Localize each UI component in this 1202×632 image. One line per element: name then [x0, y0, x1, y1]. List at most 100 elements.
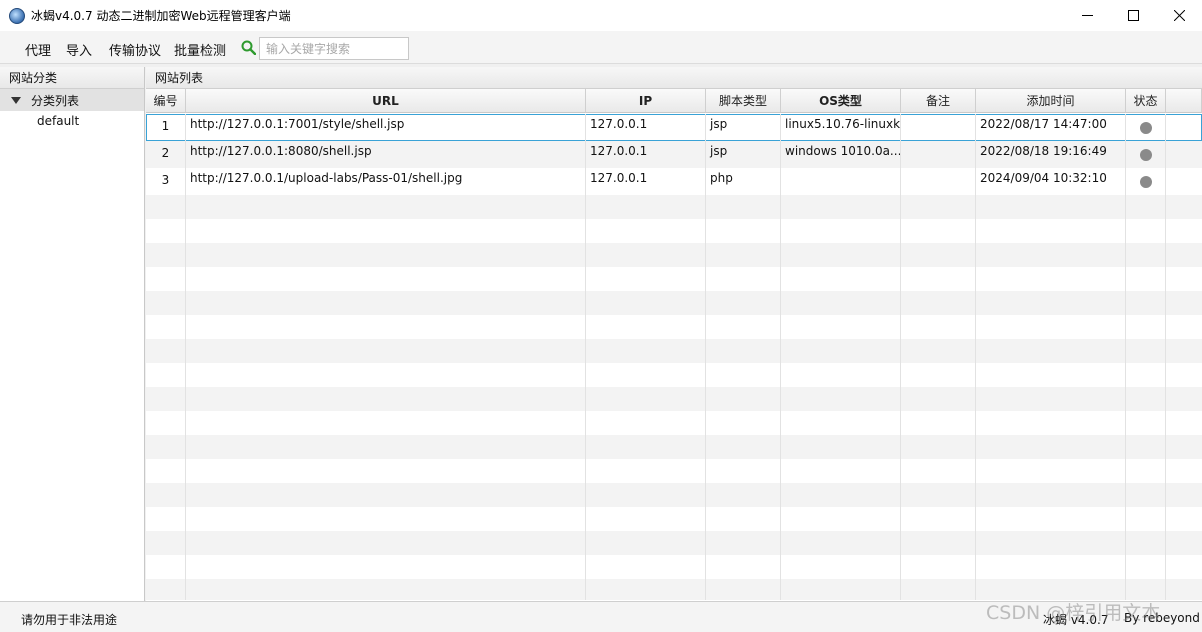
cell-id: 3 — [146, 168, 186, 195]
menu-import[interactable]: 导入 — [66, 40, 92, 59]
empty-cell — [976, 291, 1126, 315]
empty-cell — [186, 531, 586, 555]
menu-batch-check[interactable]: 批量检测 — [174, 40, 226, 59]
empty-cell — [706, 435, 781, 459]
empty-cell — [146, 243, 186, 267]
empty-cell — [706, 531, 781, 555]
empty-cell — [146, 507, 186, 531]
empty-cell — [781, 483, 901, 507]
column-header-url[interactable]: URL — [186, 89, 586, 113]
empty-cell — [901, 267, 976, 291]
column-header-script-type[interactable]: 脚本类型 — [706, 89, 781, 113]
empty-cell — [146, 315, 186, 339]
table-row[interactable]: 3 http://127.0.0.1/upload-labs/Pass-01/s… — [146, 168, 1202, 195]
empty-cell — [146, 579, 186, 600]
empty-table-row — [146, 195, 1202, 219]
cell-url: http://127.0.0.1:8080/shell.jsp — [186, 141, 586, 168]
cell-script-type: jsp — [706, 141, 781, 168]
empty-cell — [146, 435, 186, 459]
minimize-button[interactable] — [1064, 0, 1110, 31]
empty-cell — [901, 243, 976, 267]
empty-cell — [706, 267, 781, 291]
category-panel: 网站分类 分类列表 default — [0, 67, 145, 601]
cell-added-time: 2022/08/18 19:16:49 — [976, 141, 1126, 168]
empty-cell — [901, 507, 976, 531]
empty-cell — [586, 315, 706, 339]
column-header-os-type[interactable]: OS类型 — [781, 89, 901, 113]
empty-cell — [1126, 267, 1166, 291]
empty-cell — [976, 411, 1126, 435]
cell-ip: 127.0.0.1 — [586, 168, 706, 195]
cell-note — [901, 168, 976, 195]
empty-cell — [1126, 507, 1166, 531]
cell-status — [1126, 168, 1166, 195]
empty-cell — [976, 507, 1126, 531]
empty-cell — [586, 219, 706, 243]
empty-cell — [1126, 387, 1166, 411]
tree-item-category-list[interactable]: 分类列表 — [0, 89, 144, 111]
column-header-status[interactable]: 状态 — [1126, 89, 1166, 113]
empty-cell — [901, 579, 976, 600]
maximize-button[interactable] — [1110, 0, 1156, 31]
empty-cell — [706, 339, 781, 363]
empty-cell — [781, 579, 901, 600]
empty-table-row — [146, 315, 1202, 339]
table-row[interactable]: 2 http://127.0.0.1:8080/shell.jsp 127.0.… — [146, 141, 1202, 168]
empty-table-row — [146, 339, 1202, 363]
menu-transport-protocol[interactable]: 传输协议 — [109, 40, 161, 59]
column-header-ip[interactable]: IP — [586, 89, 706, 113]
empty-cell — [146, 291, 186, 315]
empty-cell — [186, 555, 586, 579]
menu-proxy[interactable]: 代理 — [25, 40, 51, 59]
column-header-id[interactable]: 编号 — [146, 89, 186, 113]
empty-cell — [781, 339, 901, 363]
empty-cell — [781, 195, 901, 219]
title-bar: 冰蝎v4.0.7 动态二进制加密Web远程管理客户端 — [0, 0, 1202, 31]
empty-table-row — [146, 291, 1202, 315]
empty-cell — [1126, 363, 1166, 387]
empty-cell — [186, 411, 586, 435]
empty-cell — [146, 219, 186, 243]
app-logo-icon — [9, 7, 25, 24]
column-header-note[interactable]: 备注 — [901, 89, 976, 113]
empty-cell — [186, 339, 586, 363]
empty-cell — [976, 435, 1126, 459]
empty-cell — [901, 339, 976, 363]
empty-cell — [976, 531, 1126, 555]
empty-cell — [901, 219, 976, 243]
empty-cell — [976, 219, 1126, 243]
empty-table-row — [146, 435, 1202, 459]
column-header-added-time[interactable]: 添加时间 — [976, 89, 1126, 113]
table-row[interactable]: 1 http://127.0.0.1:7001/style/shell.jsp … — [146, 114, 1202, 141]
empty-cell — [706, 387, 781, 411]
tree-root-label: 分类列表 — [31, 93, 80, 108]
empty-table-row — [146, 411, 1202, 435]
empty-cell — [1126, 195, 1166, 219]
empty-cell — [1126, 459, 1166, 483]
cell-added-time: 2024/09/04 10:32:10 — [976, 168, 1126, 195]
window-controls — [1064, 0, 1202, 31]
empty-cell — [186, 483, 586, 507]
empty-cell — [586, 483, 706, 507]
search-icon[interactable] — [241, 40, 256, 55]
empty-cell — [976, 555, 1126, 579]
empty-table-row — [146, 219, 1202, 243]
empty-cell — [901, 387, 976, 411]
empty-cell — [1126, 435, 1166, 459]
close-button[interactable] — [1156, 0, 1202, 31]
empty-cell — [1126, 411, 1166, 435]
empty-cell — [901, 483, 976, 507]
empty-cell — [146, 411, 186, 435]
expand-arrow-icon[interactable] — [11, 96, 21, 104]
empty-cell — [586, 267, 706, 291]
empty-cell — [706, 459, 781, 483]
search-input[interactable] — [259, 37, 409, 60]
site-list-panel: 网站列表 编号 URL IP 脚本类型 OS类型 备注 添加时间 状态 1 ht… — [146, 67, 1202, 601]
status-indicator-icon — [1140, 176, 1152, 188]
tree-item-default[interactable]: default — [0, 111, 144, 131]
empty-cell — [586, 195, 706, 219]
empty-table-row — [146, 363, 1202, 387]
empty-cell — [146, 459, 186, 483]
empty-cell — [586, 387, 706, 411]
empty-cell — [976, 579, 1126, 600]
